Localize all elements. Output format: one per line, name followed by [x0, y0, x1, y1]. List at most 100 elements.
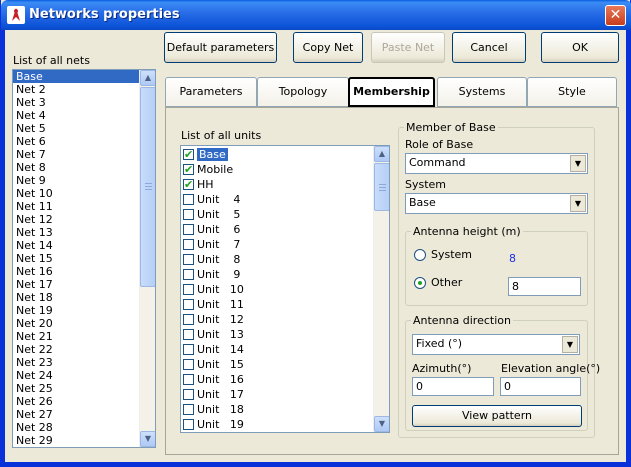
direction-mode-select[interactable]: Fixed (°) ▼	[412, 334, 580, 355]
unit-list-item[interactable]: Unit 19	[181, 417, 373, 432]
unit-list-item[interactable]: Unit 17	[181, 387, 373, 402]
unit-list-item[interactable]: Unit 5	[181, 207, 373, 222]
net-list-item[interactable]: Net 29	[13, 434, 139, 447]
net-list-item[interactable]: Net 24	[13, 369, 139, 382]
tab-parameters[interactable]: Parameters	[165, 77, 257, 107]
unit-list-item[interactable]: Unit 7	[181, 237, 373, 252]
net-list-item[interactable]: Net 12	[13, 213, 139, 226]
view-pattern-button[interactable]: View pattern	[412, 405, 582, 427]
net-list-item[interactable]: Net 4	[13, 109, 139, 122]
unchecked-checkbox[interactable]	[183, 194, 194, 205]
unit-list-item[interactable]: Unit 13	[181, 327, 373, 342]
scroll-down-button[interactable]: ▼	[140, 431, 155, 447]
net-list-item[interactable]: Net 26	[13, 395, 139, 408]
net-list-item[interactable]: Net 15	[13, 252, 139, 265]
unchecked-checkbox[interactable]	[183, 389, 194, 400]
azimuth-input[interactable]: 0	[412, 377, 494, 396]
unit-list-item[interactable]: Unit 14	[181, 342, 373, 357]
close-button[interactable]: ✕	[605, 5, 626, 26]
chevron-down-icon[interactable]: ▼	[570, 195, 586, 212]
net-list-item[interactable]: Base	[13, 70, 139, 83]
unit-list-item[interactable]: Unit 8	[181, 252, 373, 267]
unchecked-checkbox[interactable]	[183, 374, 194, 385]
unchecked-checkbox[interactable]	[183, 239, 194, 250]
net-list-item[interactable]: Net 10	[13, 187, 139, 200]
unchecked-checkbox[interactable]	[183, 269, 194, 280]
default-parameters-button[interactable]: Default parameters	[164, 32, 277, 63]
unchecked-checkbox[interactable]	[183, 254, 194, 265]
unit-list-item[interactable]: Unit 12	[181, 312, 373, 327]
unchecked-checkbox[interactable]	[183, 224, 194, 235]
net-list-item[interactable]: Net 28	[13, 421, 139, 434]
net-list-item[interactable]: Net 23	[13, 356, 139, 369]
net-list-item[interactable]: Net 18	[13, 291, 139, 304]
unit-list-item[interactable]: Unit 4	[181, 192, 373, 207]
net-list-item[interactable]: Net 11	[13, 200, 139, 213]
unchecked-checkbox[interactable]	[183, 314, 194, 325]
scroll-up-button[interactable]: ▲	[140, 70, 155, 86]
unchecked-checkbox[interactable]	[183, 359, 194, 370]
net-list-item[interactable]: Net 27	[13, 408, 139, 421]
system-radio[interactable]	[414, 249, 426, 261]
net-list-item[interactable]: Net 8	[13, 161, 139, 174]
checked-checkbox[interactable]	[183, 162, 194, 177]
units-list[interactable]: Base Mobile HH Unit 4 Unit 5 Unit 6 Unit 7 Unit…	[180, 145, 390, 433]
net-list-item[interactable]: Net 13	[13, 226, 139, 239]
tab-membership[interactable]: Membership	[348, 77, 435, 107]
unchecked-checkbox[interactable]	[183, 209, 194, 220]
net-list-item[interactable]: Net 21	[13, 330, 139, 343]
unchecked-checkbox[interactable]	[183, 404, 194, 415]
scroll-thumb[interactable]	[374, 163, 389, 211]
unit-list-item[interactable]: Unit 15	[181, 357, 373, 372]
elevation-input[interactable]: 0	[500, 377, 581, 396]
net-list-item[interactable]: Net 14	[13, 239, 139, 252]
paste-net-button[interactable]: Paste Net	[371, 32, 445, 63]
net-list-item[interactable]: Net 9	[13, 174, 139, 187]
other-height-input[interactable]: 8	[508, 277, 581, 296]
unchecked-checkbox[interactable]	[183, 344, 194, 355]
copy-net-button[interactable]: Copy Net	[293, 32, 363, 63]
unit-list-item[interactable]: Unit 18	[181, 402, 373, 417]
net-list-item[interactable]: Net 2	[13, 83, 139, 96]
unit-list-item[interactable]: Unit 10	[181, 282, 373, 297]
scroll-down-button[interactable]: ▼	[374, 416, 389, 432]
nets-list[interactable]: Base Net 2 Net 3 Net 4 Net 5 Net 6 Net 7 Net 8N…	[12, 69, 156, 448]
unchecked-checkbox[interactable]	[183, 329, 194, 340]
tab-topology[interactable]: Topology	[257, 77, 349, 107]
checked-checkbox[interactable]	[183, 177, 194, 192]
unit-list-item[interactable]: Unit 9	[181, 267, 373, 282]
unit-list-item[interactable]: Unit 16	[181, 372, 373, 387]
net-list-item[interactable]: Net 6	[13, 135, 139, 148]
title-bar[interactable]: Networks properties ✕	[1, 0, 631, 30]
scroll-up-button[interactable]: ▲	[374, 146, 389, 162]
net-list-item[interactable]: Net 16	[13, 265, 139, 278]
unchecked-checkbox[interactable]	[183, 299, 194, 310]
tab-style[interactable]: Style	[527, 77, 617, 107]
net-list-item[interactable]: Net 25	[13, 382, 139, 395]
checked-checkbox[interactable]	[183, 147, 194, 162]
ok-button[interactable]: OK	[541, 32, 619, 63]
nets-scrollbar[interactable]: ▲ ▼	[139, 70, 155, 447]
net-list-item[interactable]: Net 17	[13, 278, 139, 291]
unit-list-item[interactable]: Unit 11	[181, 297, 373, 312]
unchecked-checkbox[interactable]	[183, 284, 194, 295]
net-list-item[interactable]: Net 5	[13, 122, 139, 135]
units-scrollbar[interactable]: ▲ ▼	[373, 146, 389, 432]
role-select[interactable]: Command ▼	[405, 153, 588, 174]
other-radio[interactable]	[414, 277, 426, 289]
net-list-item[interactable]: Net 3	[13, 96, 139, 109]
chevron-down-icon[interactable]: ▼	[570, 155, 586, 172]
net-list-item[interactable]: Net 22	[13, 343, 139, 356]
system-select[interactable]: Base ▼	[405, 193, 588, 214]
net-list-item[interactable]: Net 7	[13, 148, 139, 161]
unit-list-item[interactable]: HH	[181, 177, 373, 192]
net-list-item[interactable]: Net 20	[13, 317, 139, 330]
net-list-item[interactable]: Net 19	[13, 304, 139, 317]
unchecked-checkbox[interactable]	[183, 419, 194, 430]
chevron-down-icon[interactable]: ▼	[562, 336, 578, 353]
unit-list-item[interactable]: Mobile	[181, 162, 373, 177]
unit-list-item[interactable]: Unit 6	[181, 222, 373, 237]
tab-systems[interactable]: Systems	[437, 77, 527, 107]
scroll-thumb[interactable]	[140, 87, 155, 287]
unit-list-item[interactable]: Base	[181, 147, 373, 162]
